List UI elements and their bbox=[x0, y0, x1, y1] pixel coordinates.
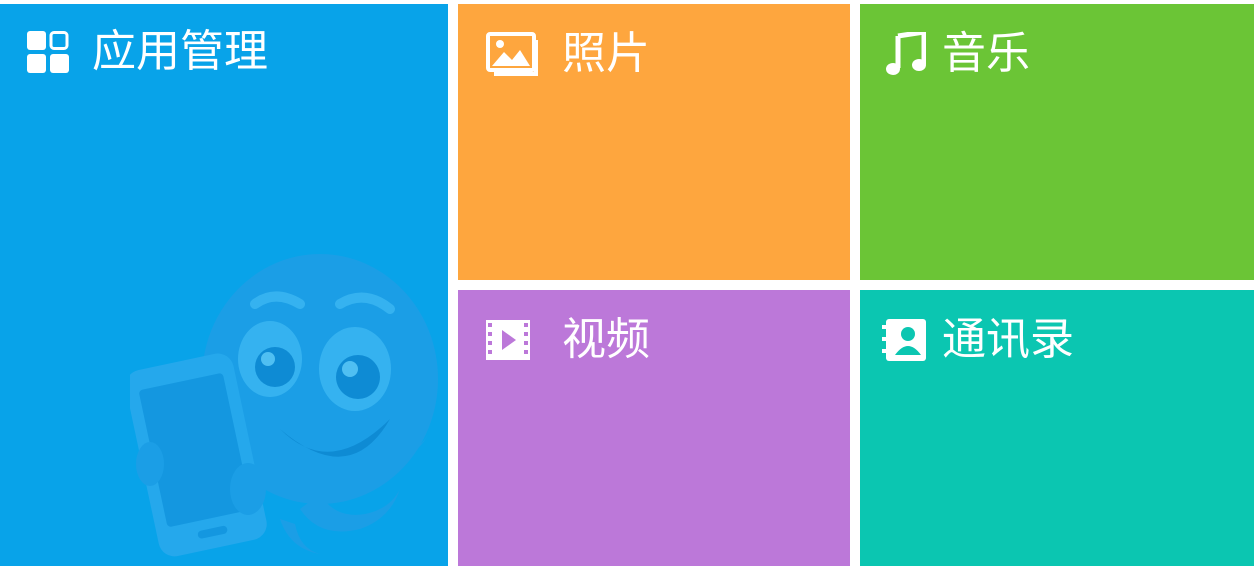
tile-video[interactable]: 视频 bbox=[458, 290, 850, 566]
tile-video-label: 视频 bbox=[562, 314, 650, 365]
tile-contacts-header: 通讯录 bbox=[882, 318, 1074, 362]
image-icon bbox=[486, 32, 538, 76]
grid-icon bbox=[26, 30, 70, 74]
tile-contacts[interactable]: 通讯录 bbox=[860, 290, 1254, 566]
tile-photos-header: 照片 bbox=[486, 32, 650, 76]
film-play-icon bbox=[486, 320, 530, 360]
tile-photos-label: 照片 bbox=[562, 28, 650, 79]
tile-contacts-label: 通讯录 bbox=[942, 314, 1074, 365]
tile-music-header: 音乐 bbox=[886, 32, 1030, 76]
music-note-icon bbox=[886, 32, 926, 76]
tile-photos[interactable]: 照片 bbox=[458, 4, 850, 280]
tile-app-management[interactable]: 应用管理 bbox=[0, 4, 448, 566]
tile-app-management-label: 应用管理 bbox=[92, 26, 268, 77]
contact-card-icon bbox=[882, 319, 926, 361]
tile-app-management-header: 应用管理 bbox=[26, 30, 268, 74]
tile-video-header: 视频 bbox=[486, 318, 650, 362]
tile-music[interactable]: 音乐 bbox=[860, 4, 1254, 280]
octopus-mascot-illustration bbox=[130, 249, 440, 559]
tile-music-label: 音乐 bbox=[942, 28, 1030, 79]
